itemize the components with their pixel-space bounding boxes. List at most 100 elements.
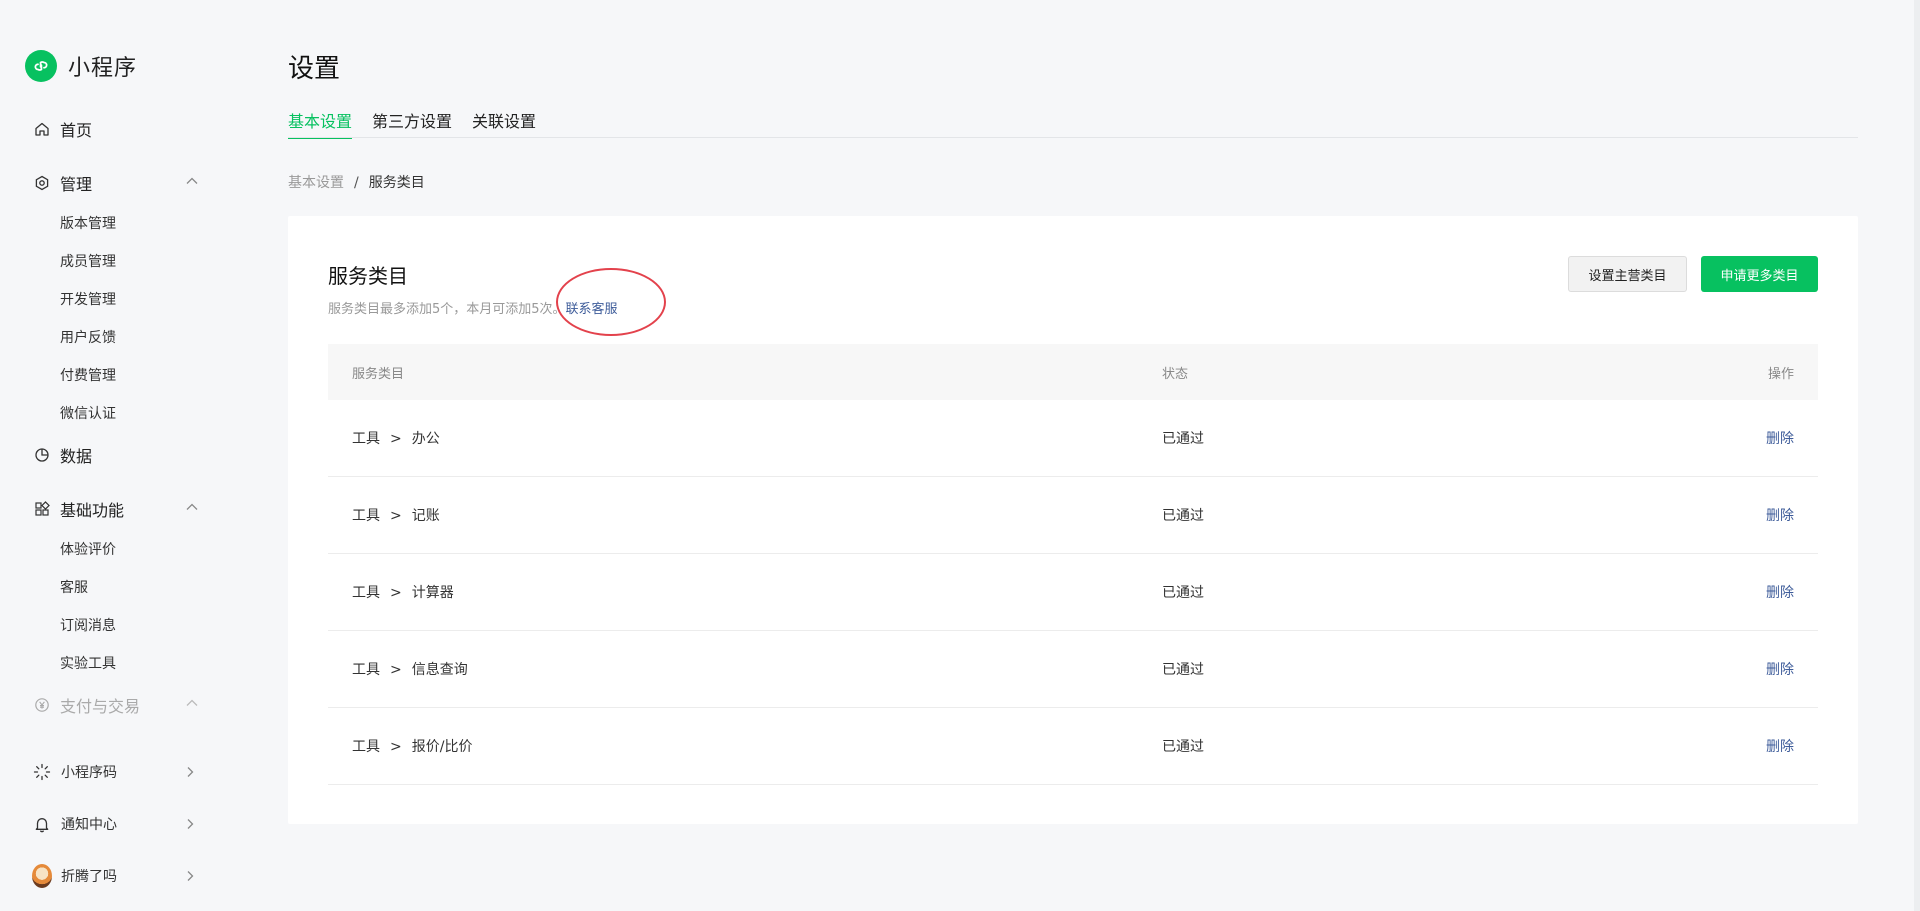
set-main-category-button[interactable]: 设置主营类目 — [1568, 256, 1687, 292]
page-title: 设置 — [288, 54, 341, 84]
nav-manage-label: 管理 — [60, 175, 93, 194]
category-separator: > — [390, 508, 402, 524]
app-logo[interactable]: 小程序 — [25, 50, 137, 82]
category-child: 信息查询 — [411, 662, 468, 678]
sidebar-item-subscription[interactable]: 订阅消息 — [60, 615, 116, 635]
breadcrumb-parent[interactable]: 基本设置 — [288, 175, 344, 191]
sidebar-item-billing[interactable]: 付费管理 — [60, 365, 116, 385]
category-cell: 工具 > 信息查询 — [328, 659, 1162, 679]
highlight-annotation-circle — [556, 268, 666, 336]
nav-notifications-label: 通知中心 — [61, 817, 117, 833]
column-header-action: 操作 — [1767, 366, 1794, 382]
grid-apps-icon — [34, 501, 50, 517]
card-desc-text: 服务类目最多添加5个，本月可添加5次。 — [328, 302, 566, 317]
service-category-card: 服务类目 服务类目最多添加5个，本月可添加5次。联系客服 设置主营类目 申请更多… — [288, 216, 1858, 824]
action-cell: 删除 — [1722, 659, 1818, 679]
action-cell: 删除 — [1722, 582, 1818, 602]
breadcrumb-separator: / — [354, 175, 359, 191]
nav-home-label: 首页 — [60, 121, 93, 140]
tab-related-settings[interactable]: 关联设置 — [472, 108, 536, 132]
nav-data[interactable]: 数据 — [34, 443, 92, 467]
category-child: 记账 — [411, 508, 440, 524]
nav-qrcode-label: 小程序码 — [61, 765, 117, 781]
status-cell: 已通过 — [1162, 585, 1204, 601]
qrcode-sun-icon — [32, 762, 52, 782]
delete-link[interactable]: 删除 — [1766, 508, 1794, 524]
nav-home[interactable]: 首页 — [34, 117, 92, 141]
category-table: 服务类目 状态 操作 工具 > 办公 已通过 删除 工具 > 记账 已通过 删除 工具 >… — [328, 344, 1818, 785]
sidebar-item-lab-tools[interactable]: 实验工具 — [60, 653, 116, 673]
category-separator: > — [390, 739, 402, 755]
table-row: 工具 > 计算器 已通过 删除 — [328, 554, 1818, 631]
category-separator: > — [390, 662, 402, 678]
column-header-status: 状态 — [1162, 366, 1189, 382]
nav-data-label: 数据 — [60, 447, 93, 466]
page-scrollbar[interactable] — [1914, 0, 1920, 911]
tabs-divider — [288, 137, 1858, 138]
category-parent: 工具 — [352, 662, 380, 678]
nav-payment[interactable]: 支付与交易 — [34, 693, 140, 717]
chevron-up-icon[interactable] — [184, 695, 200, 711]
delete-link[interactable]: 删除 — [1766, 739, 1794, 755]
chevron-right-icon — [187, 767, 194, 777]
category-child: 计算器 — [411, 585, 454, 601]
hexagon-gear-icon — [34, 175, 50, 191]
action-cell: 删除 — [1722, 736, 1818, 756]
sidebar: 小程序 首页 管理 版本管理 成员管理 开发管理 用户反馈 付费管理 微信认证 … — [0, 0, 240, 911]
delete-link[interactable]: 删除 — [1766, 662, 1794, 678]
nav-basic-features-label: 基础功能 — [60, 501, 125, 520]
table-row: 工具 > 信息查询 已通过 删除 — [328, 631, 1818, 708]
status-cell: 已通过 — [1162, 431, 1204, 447]
category-parent: 工具 — [352, 431, 380, 447]
table-header: 服务类目 状态 操作 — [328, 344, 1818, 400]
sidebar-item-customer-service[interactable]: 客服 — [60, 577, 88, 597]
card-title: 服务类目 — [328, 264, 408, 288]
category-cell: 工具 > 报价/比价 — [328, 736, 1162, 756]
app-name: 小程序 — [68, 56, 138, 81]
nav-account[interactable]: 折腾了吗 — [32, 864, 197, 888]
category-separator: > — [390, 585, 402, 601]
tab-basic-settings[interactable]: 基本设置 — [288, 108, 353, 139]
column-header-category: 服务类目 — [352, 366, 405, 382]
chevron-up-icon[interactable] — [184, 499, 200, 515]
category-cell: 工具 > 计算器 — [328, 582, 1162, 602]
status-cell: 已通过 — [1162, 662, 1204, 678]
tab-third-party-settings[interactable]: 第三方设置 — [372, 108, 452, 132]
sidebar-item-version[interactable]: 版本管理 — [60, 213, 116, 233]
table-row: 工具 > 记账 已通过 删除 — [328, 477, 1818, 554]
breadcrumb-current: 服务类目 — [368, 175, 425, 191]
nav-manage[interactable]: 管理 — [34, 171, 92, 195]
sidebar-item-experience-review[interactable]: 体验评价 — [60, 539, 116, 559]
apply-more-categories-button[interactable]: 申请更多类目 — [1701, 256, 1818, 292]
pie-chart-icon — [34, 447, 50, 463]
sidebar-item-members[interactable]: 成员管理 — [60, 251, 116, 271]
category-parent: 工具 — [352, 508, 380, 524]
nav-qrcode[interactable]: 小程序码 — [32, 762, 197, 782]
sidebar-item-wechat-verify[interactable]: 微信认证 — [60, 403, 116, 423]
delete-link[interactable]: 删除 — [1766, 585, 1794, 601]
category-separator: > — [390, 431, 402, 447]
category-parent: 工具 — [352, 739, 380, 755]
sidebar-item-dev[interactable]: 开发管理 — [60, 289, 116, 309]
nav-basic-features[interactable]: 基础功能 — [34, 497, 124, 521]
action-cell: 删除 — [1722, 428, 1818, 448]
category-child: 办公 — [411, 431, 440, 447]
category-parent: 工具 — [352, 585, 380, 601]
delete-link[interactable]: 删除 — [1766, 431, 1794, 447]
yuan-circle-icon — [34, 697, 50, 713]
table-row: 工具 > 办公 已通过 删除 — [328, 400, 1818, 477]
settings-tabs: 基本设置 第三方设置 关联设置 — [288, 108, 536, 139]
breadcrumb: 基本设置 / 服务类目 — [288, 172, 425, 192]
chevron-right-icon — [187, 871, 194, 881]
nav-notifications[interactable]: 通知中心 — [32, 814, 197, 834]
status-cell: 已通过 — [1162, 739, 1204, 755]
chevron-up-icon[interactable] — [184, 173, 200, 189]
nav-payment-label: 支付与交易 — [60, 697, 141, 716]
table-row: 工具 > 报价/比价 已通过 删除 — [328, 708, 1818, 785]
category-cell: 工具 > 办公 — [328, 428, 1162, 448]
sidebar-item-feedback[interactable]: 用户反馈 — [60, 327, 116, 347]
status-cell: 已通过 — [1162, 508, 1204, 524]
account-name: 折腾了吗 — [61, 869, 117, 885]
avatar — [32, 864, 52, 888]
category-cell: 工具 > 记账 — [328, 505, 1162, 525]
